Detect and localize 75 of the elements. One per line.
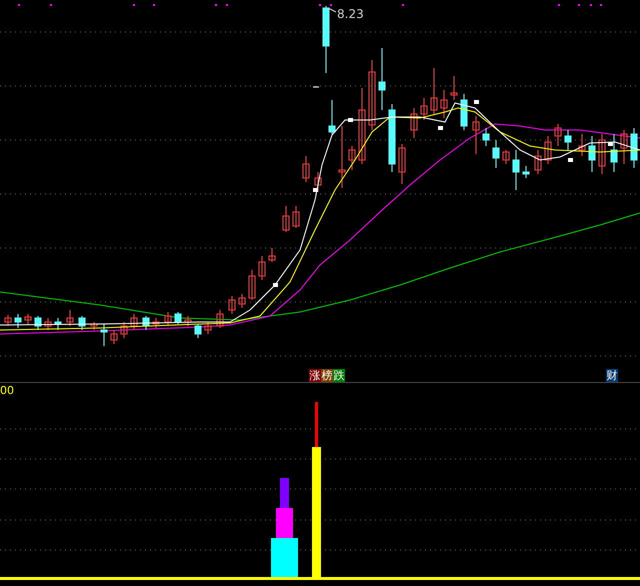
candlestick bbox=[54, 318, 62, 330]
candlestick bbox=[228, 296, 236, 314]
candlestick bbox=[184, 316, 192, 326]
candlestick bbox=[564, 130, 572, 150]
candlestick bbox=[578, 134, 586, 156]
leader-line bbox=[328, 8, 336, 12]
candlestick bbox=[120, 322, 128, 338]
candlestick bbox=[164, 312, 172, 326]
candlestick bbox=[174, 312, 182, 324]
axis-label: 00 bbox=[0, 385, 14, 396]
candlestick bbox=[554, 124, 562, 146]
candlestick bbox=[24, 314, 32, 324]
candlestick bbox=[544, 136, 552, 164]
marker-square bbox=[273, 283, 278, 287]
candlestick bbox=[194, 324, 202, 338]
candlestick bbox=[34, 316, 42, 330]
candlestick bbox=[460, 94, 468, 130]
candlestick bbox=[348, 146, 356, 170]
candlestick bbox=[492, 140, 500, 168]
candlestick bbox=[322, 6, 330, 74]
high-price-label: 8.23 bbox=[337, 8, 364, 20]
candlestick bbox=[110, 330, 118, 344]
candlestick bbox=[338, 126, 346, 188]
candlestick bbox=[90, 322, 98, 330]
marker-square bbox=[568, 158, 573, 162]
candlestick bbox=[152, 318, 160, 328]
candlestick bbox=[420, 98, 428, 120]
candlestick bbox=[512, 150, 520, 190]
candlestick bbox=[482, 128, 490, 146]
candlestick bbox=[388, 104, 396, 172]
candlestick bbox=[450, 76, 458, 100]
candlestick bbox=[522, 166, 530, 178]
candlestick bbox=[598, 134, 606, 174]
candlestick bbox=[534, 150, 542, 174]
signal-tag: 榜 bbox=[321, 368, 333, 382]
signal-tag: 跌 bbox=[333, 368, 345, 382]
marker-square bbox=[348, 118, 353, 122]
candlestick bbox=[430, 68, 438, 114]
candlestick bbox=[282, 206, 290, 232]
candlestick bbox=[502, 150, 510, 164]
price-tick bbox=[312, 86, 320, 88]
candlestick bbox=[78, 316, 86, 330]
marker-square bbox=[438, 126, 443, 130]
candlestick bbox=[130, 314, 138, 330]
marker-square bbox=[313, 188, 318, 192]
candlestick bbox=[368, 60, 376, 130]
candlestick bbox=[258, 256, 266, 280]
candlestick bbox=[14, 314, 22, 328]
candlestick bbox=[472, 116, 480, 154]
candlestick bbox=[100, 324, 108, 346]
candlestick bbox=[142, 316, 150, 330]
candlestick bbox=[410, 108, 418, 138]
marker-square bbox=[608, 142, 613, 146]
candlestick bbox=[248, 270, 256, 300]
candlestick bbox=[378, 48, 386, 110]
finance-tag: 财 bbox=[606, 368, 618, 382]
candlestick bbox=[440, 90, 448, 118]
candlestick bbox=[268, 248, 276, 262]
candlestick bbox=[328, 100, 336, 134]
marker-square bbox=[474, 100, 479, 104]
candlestick bbox=[204, 322, 212, 334]
candlestick bbox=[620, 130, 628, 164]
candlestick bbox=[238, 294, 246, 308]
candlestick bbox=[630, 128, 638, 168]
candlestick bbox=[4, 314, 12, 326]
signal-tag: 涨 bbox=[309, 368, 321, 382]
candlestick bbox=[610, 134, 618, 172]
candlestick bbox=[398, 144, 406, 184]
candlestick bbox=[216, 310, 224, 328]
candlestick bbox=[44, 318, 52, 330]
candlestick bbox=[588, 136, 596, 172]
candlestick bbox=[66, 310, 74, 326]
candlestick bbox=[314, 172, 322, 192]
candlestick bbox=[292, 206, 300, 228]
candlestick bbox=[302, 156, 310, 182]
